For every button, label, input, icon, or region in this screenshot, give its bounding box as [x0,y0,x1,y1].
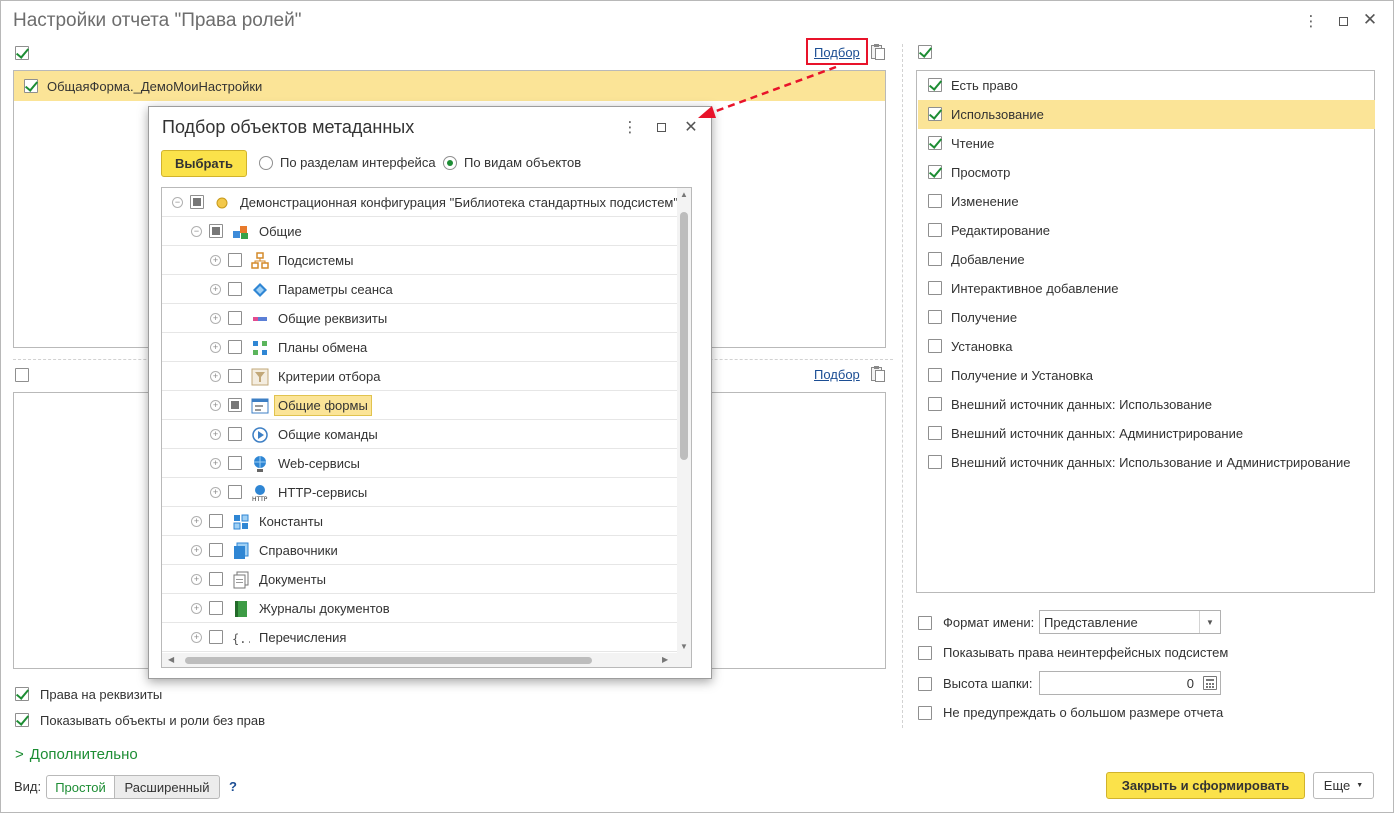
annotation-arrow [698,65,837,118]
